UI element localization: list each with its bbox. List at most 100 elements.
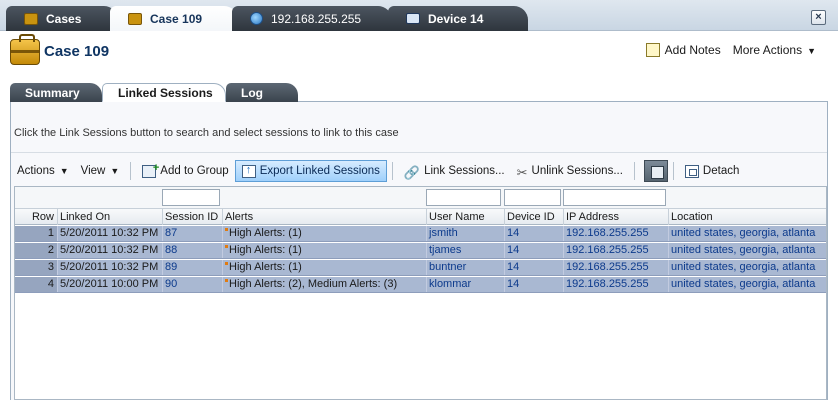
instruction-text: Click the Link Sessions button to search… xyxy=(14,127,399,139)
location-link[interactable]: united states, georgia, atlanta xyxy=(668,260,826,275)
session-id-link[interactable]: 88 xyxy=(162,243,222,258)
view-label: View xyxy=(80,165,106,177)
actions-menu[interactable]: Actions ▼ xyxy=(11,160,75,182)
column-header-user-name[interactable]: User Name xyxy=(426,209,504,225)
session-id-link[interactable]: 90 xyxy=(162,277,222,292)
column-header-device-id[interactable]: Device ID xyxy=(504,209,563,225)
export-icon xyxy=(241,164,256,178)
tab-label: Summary xyxy=(25,85,80,100)
toolbar-separator xyxy=(633,162,635,180)
device-id-link[interactable]: 14 xyxy=(504,243,563,258)
row-number: 1 xyxy=(15,226,57,241)
user-name-link[interactable]: klommar xyxy=(426,277,504,292)
export-linked-sessions-button[interactable]: Export Linked Sessions xyxy=(234,160,387,182)
alerts-cell: High Alerts: (2), Medium Alerts: (3) xyxy=(222,277,426,292)
page-header: Case 109 Add Notes More Actions ▼ xyxy=(0,31,838,75)
ip-address-link[interactable]: 192.168.255.255 xyxy=(563,226,668,241)
tab-linked-sessions[interactable]: Linked Sessions xyxy=(102,83,226,102)
tab-label: Cases xyxy=(46,11,82,26)
location-link[interactable]: united states, georgia, atlanta xyxy=(668,277,826,292)
tab-case-109[interactable]: Case 109 xyxy=(110,6,238,32)
tab-log[interactable]: Log xyxy=(226,83,298,102)
add-notes-button[interactable]: Add Notes xyxy=(645,43,721,57)
column-header-location[interactable]: Location xyxy=(668,209,826,225)
link-sessions-label: Link Sessions... xyxy=(424,165,505,177)
session-id-link[interactable]: 89 xyxy=(162,260,222,275)
alerts-cell: High Alerts: (1) xyxy=(222,243,426,258)
tab-ip-address[interactable]: 192.168.255.255 xyxy=(232,6,392,31)
table-row[interactable]: 4 5/20/2011 10:00 PM 90 High Alerts: (2)… xyxy=(15,277,826,293)
column-header-row-number[interactable]: Row xyxy=(15,209,57,225)
tab-cases[interactable]: Cases xyxy=(6,6,118,31)
export-label: Export Linked Sessions xyxy=(259,165,380,177)
tab-label: Linked Sessions xyxy=(118,85,213,100)
device-id-link[interactable]: 14 xyxy=(504,260,563,275)
table-row[interactable]: 1 5/20/2011 10:32 PM 87 High Alerts: (1)… xyxy=(15,226,826,242)
view-menu[interactable]: View ▼ xyxy=(75,160,126,182)
alerts-cell: High Alerts: (1) xyxy=(222,260,426,275)
session-id-link[interactable]: 87 xyxy=(162,226,222,241)
link-icon: 🔗 xyxy=(403,164,421,180)
monitor-icon xyxy=(406,13,420,24)
top-tab-bar: Cases Case 109 192.168.255.255 Device 14… xyxy=(0,0,838,32)
briefcase-icon xyxy=(24,12,38,25)
column-header-ip-address[interactable]: IP Address xyxy=(563,209,668,225)
filter-row xyxy=(15,187,826,208)
add-notes-label: Add Notes xyxy=(664,43,721,57)
detach-label: Detach xyxy=(702,165,740,177)
location-link[interactable]: united states, georgia, atlanta xyxy=(668,243,826,258)
column-header-session-id[interactable]: Session ID xyxy=(162,209,222,225)
more-actions-menu[interactable]: More Actions ▼ xyxy=(733,43,816,57)
linked-on-cell: 5/20/2011 10:00 PM xyxy=(57,277,162,292)
column-header-alerts[interactable]: Alerts xyxy=(222,209,426,225)
more-actions-label: More Actions xyxy=(732,43,803,57)
row-number: 2 xyxy=(15,243,57,258)
tab-label: Case 109 xyxy=(150,12,203,26)
tab-label: Log xyxy=(241,85,263,100)
linked-sessions-table: Row Linked On Session ID Alerts User Nam… xyxy=(14,186,827,400)
tab-label: Device 14 xyxy=(428,11,484,26)
ip-address-link[interactable]: 192.168.255.255 xyxy=(563,243,668,258)
toolbar-separator xyxy=(391,162,393,180)
close-icon[interactable]: × xyxy=(811,10,826,25)
user-name-link[interactable]: buntner xyxy=(426,260,504,275)
add-to-group-label: Add to Group xyxy=(160,165,229,177)
device-id-filter[interactable] xyxy=(504,189,561,206)
location-link[interactable]: united states, georgia, atlanta xyxy=(668,226,826,241)
user-name-filter[interactable] xyxy=(426,189,501,206)
globe-icon xyxy=(250,12,263,25)
unlink-sessions-label: Unlink Sessions... xyxy=(531,165,623,177)
header-actions: Add Notes More Actions ▼ xyxy=(645,43,816,57)
tab-summary[interactable]: Summary xyxy=(10,83,102,102)
add-to-group-button[interactable]: Add to Group xyxy=(136,160,234,182)
link-sessions-button[interactable]: 🔗 Link Sessions... xyxy=(398,160,511,182)
page-title: Case 109 xyxy=(44,43,110,60)
session-id-filter[interactable] xyxy=(162,189,220,206)
freeze-columns-button[interactable] xyxy=(643,160,668,182)
table-row[interactable]: 2 5/20/2011 10:32 PM 88 High Alerts: (1)… xyxy=(15,243,826,259)
add-group-icon xyxy=(142,162,159,178)
notes-icon xyxy=(645,43,660,57)
column-header-linked-on[interactable]: Linked On xyxy=(57,209,162,225)
ip-address-filter[interactable] xyxy=(563,189,666,206)
ip-address-link[interactable]: 192.168.255.255 xyxy=(563,260,668,275)
briefcase-icon xyxy=(10,34,40,65)
alerts-cell: High Alerts: (1) xyxy=(222,226,426,241)
linked-on-cell: 5/20/2011 10:32 PM xyxy=(57,226,162,241)
table-row[interactable]: 3 5/20/2011 10:32 PM 89 High Alerts: (1)… xyxy=(15,260,826,276)
ip-address-link[interactable]: 192.168.255.255 xyxy=(563,277,668,292)
table-toolbar: Actions ▼ View ▼ Add to Group Export Linke… xyxy=(11,159,827,183)
chevron-down-icon: ▼ xyxy=(59,166,69,176)
user-name-link[interactable]: jsmith xyxy=(426,226,504,241)
row-number: 3 xyxy=(15,260,57,275)
linked-on-cell: 5/20/2011 10:32 PM xyxy=(57,243,162,258)
detach-button[interactable]: Detach xyxy=(679,160,745,182)
column-header-row: Row Linked On Session ID Alerts User Nam… xyxy=(15,208,826,225)
briefcase-icon xyxy=(128,13,142,25)
unlink-sessions-button[interactable]: ✂ Unlink Sessions... xyxy=(511,160,629,182)
user-name-link[interactable]: tjames xyxy=(426,243,504,258)
device-id-link[interactable]: 14 xyxy=(504,277,563,292)
divider xyxy=(11,152,827,153)
device-id-link[interactable]: 14 xyxy=(504,226,563,241)
tab-device-14[interactable]: Device 14 xyxy=(388,6,528,31)
